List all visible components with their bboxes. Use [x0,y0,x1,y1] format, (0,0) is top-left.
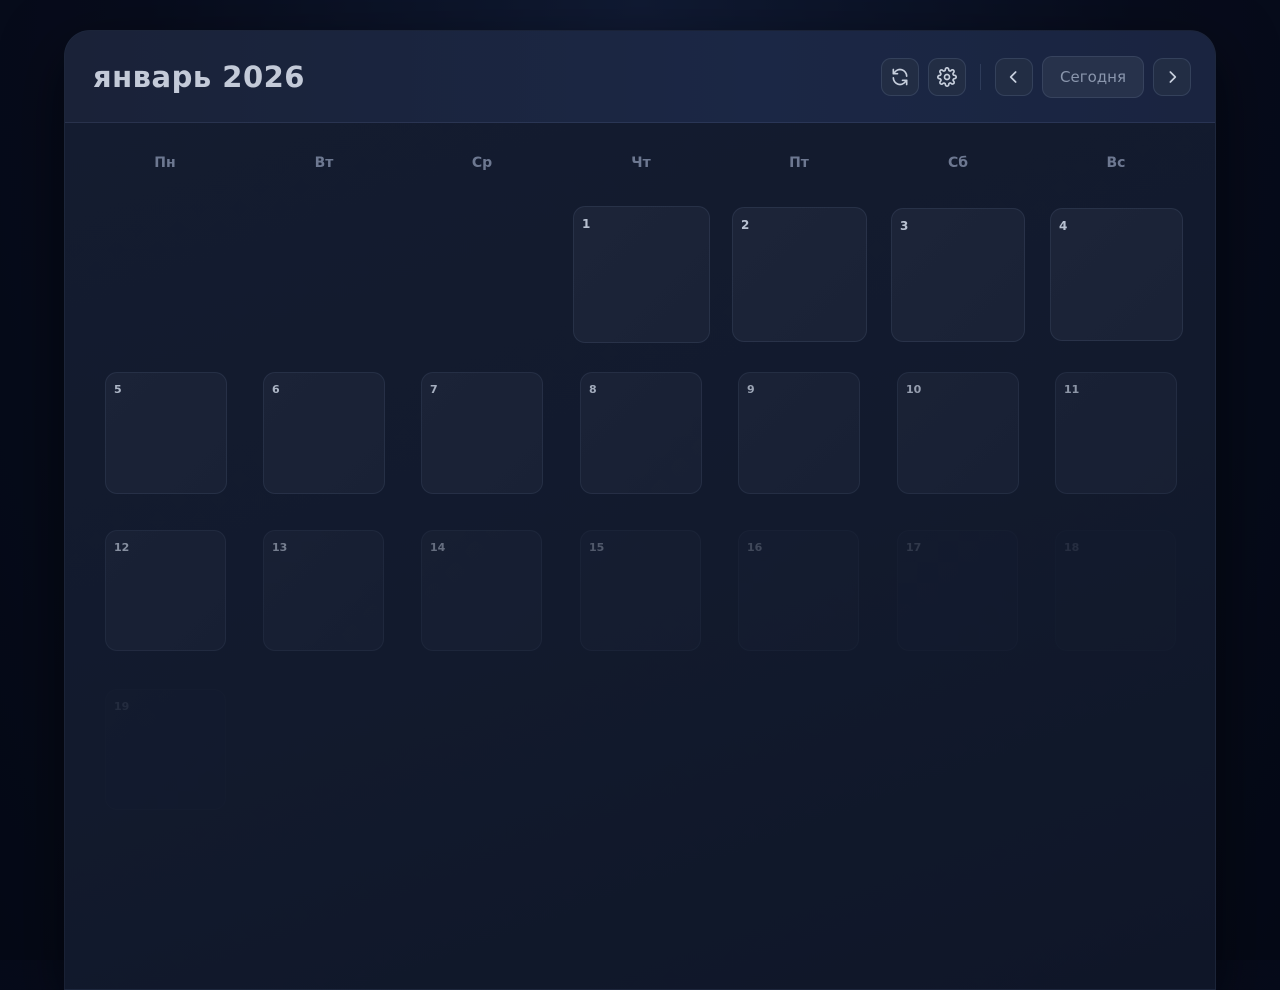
calendar-header: январь 2026 Сегодня [65,31,1215,123]
day-number: 9 [747,383,755,396]
day-cell-15[interactable]: 15 [580,530,701,651]
chevron-right-icon [1169,70,1177,83]
day-cell-8[interactable]: 8 [580,372,702,494]
day-cell-4[interactable]: 4 [1050,208,1183,341]
today-button[interactable]: Сегодня [1042,55,1144,98]
calendar-panel: январь 2026 Сегодня Пн Вт Ср Чт Пт Сб Вс… [64,30,1216,990]
day-cell-7[interactable]: 7 [421,372,543,494]
header-controls: Сегодня [881,55,1191,98]
weekday-sat: Сб [947,155,969,171]
day-number: 18 [1064,541,1080,554]
day-number: 10 [906,383,922,396]
day-cell-3[interactable]: 3 [891,208,1025,342]
day-number: 5 [114,383,122,396]
day-number: 3 [900,219,909,233]
settings-button[interactable] [928,57,967,96]
refresh-icon [892,68,908,85]
day-number: 6 [272,383,280,396]
day-number: 11 [1064,383,1080,396]
weekday-thu: Чт [631,155,651,171]
day-number: 16 [747,541,763,554]
day-number: 8 [589,383,597,396]
weekday-mon: Пн [154,155,176,171]
day-cell-9[interactable]: 9 [738,372,860,494]
toolbar-divider [980,63,982,90]
day-cell-1[interactable]: 1 [573,206,710,343]
day-number: 17 [906,541,922,554]
day-cell-10[interactable]: 10 [897,372,1019,494]
day-cell-12[interactable]: 12 [105,530,226,651]
next-month-button[interactable] [1153,57,1191,96]
day-cell-2[interactable]: 2 [732,207,867,342]
day-number: 2 [741,218,750,232]
day-cell-5[interactable]: 5 [105,372,227,494]
gear-icon [937,66,957,87]
day-cell-18[interactable]: 18 [1055,530,1176,651]
day-number: 7 [430,383,438,396]
day-cell-19[interactable]: 19 [105,689,226,810]
refresh-button[interactable] [881,57,920,96]
prev-month-button[interactable] [995,57,1034,96]
day-cell-16[interactable]: 16 [738,530,859,651]
day-cell-14[interactable]: 14 [421,530,542,651]
weekday-header: Пн Вт Ср Чт Пт Сб Вс [65,155,1215,175]
weekday-tue: Вт [314,155,334,171]
weekday-sun: Вс [1106,155,1126,171]
day-number: 15 [589,541,605,554]
day-number: 4 [1059,219,1068,233]
weekday-wed: Ср [471,155,493,171]
day-cell-11[interactable]: 11 [1055,372,1177,494]
weekday-fri: Пт [789,155,809,171]
day-cell-6[interactable]: 6 [263,372,385,494]
chevron-left-icon [1009,70,1017,83]
month-title: январь 2026 [93,59,305,94]
day-number: 13 [272,541,288,554]
day-cell-17[interactable]: 17 [897,530,1018,651]
day-number: 12 [114,541,130,554]
day-number: 1 [582,217,591,231]
day-number: 19 [114,700,130,713]
day-cell-13[interactable]: 13 [263,530,384,651]
day-number: 14 [430,541,446,554]
